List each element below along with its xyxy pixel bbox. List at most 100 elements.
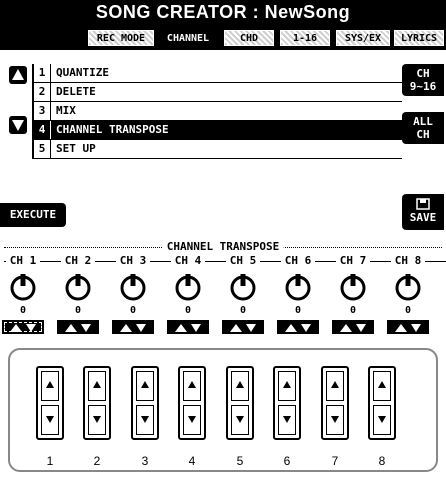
save-button[interactable]: SAVE	[402, 194, 444, 230]
channel-label-row: CH 1 CH 2 CH 3 CH 4 CH 5 CH 6 CH 7 CH 8	[0, 254, 446, 268]
up-arrow-icon[interactable]	[278, 371, 296, 401]
transpose-knob-icon[interactable]	[393, 272, 423, 302]
transpose-value: 0	[404, 305, 412, 316]
up-down-arrow-button[interactable]	[277, 320, 319, 334]
panel-button-number: 4	[188, 454, 196, 468]
up-down-arrow-button[interactable]	[222, 320, 264, 334]
up-arrow-icon[interactable]	[88, 371, 106, 401]
down-arrow-icon[interactable]	[231, 405, 249, 435]
menu-item-label: DELETE	[56, 85, 96, 98]
channel-label: CH 8	[391, 254, 425, 268]
channel-label: CH 5	[226, 254, 260, 268]
transpose-knob-icon[interactable]	[63, 272, 93, 302]
ch-range-button[interactable]: CH 9~16	[402, 64, 444, 96]
panel-button-number: 1	[46, 454, 54, 468]
tab-lyrics[interactable]: LYRICS	[394, 30, 444, 46]
menu-item-channel-transpose[interactable]: 4 CHANNEL TRANSPOSE	[34, 121, 402, 140]
transpose-value: 0	[349, 305, 357, 316]
save-button-label: SAVE	[409, 211, 437, 224]
channel-label: CH 2	[61, 254, 95, 268]
panel-up-down-button[interactable]	[368, 366, 396, 440]
panel-button-number: 8	[378, 454, 386, 468]
transpose-knob-icon[interactable]	[118, 272, 148, 302]
down-arrow-icon[interactable]	[183, 405, 201, 435]
channel-label: CH 3	[116, 254, 150, 268]
menu-item-number: 5	[34, 140, 51, 158]
menu-item-delete[interactable]: 2 DELETE	[34, 83, 402, 102]
transpose-value: 0	[74, 305, 82, 316]
up-down-arrow-button[interactable]	[387, 320, 429, 334]
up-down-arrow-button[interactable]	[332, 320, 374, 334]
tab-underline	[0, 48, 446, 50]
menu-item-label: MIX	[56, 104, 76, 117]
up-down-arrow-button[interactable]	[112, 320, 154, 334]
up-arrow-icon[interactable]	[136, 371, 154, 401]
transpose-knob-icon[interactable]	[283, 272, 313, 302]
panel-up-down-button[interactable]	[83, 366, 111, 440]
up-arrow-icon[interactable]	[41, 371, 59, 401]
tab-rec-mode[interactable]: REC MODE	[88, 30, 154, 46]
channel-label: CH 1	[6, 254, 40, 268]
up-down-arrow-button[interactable]	[57, 320, 99, 334]
section-title: CHANNEL TRANSPOSE	[162, 240, 284, 254]
menu-item-number: 2	[34, 83, 51, 101]
menu-item-number: 4	[34, 121, 51, 139]
menu-item-quantize[interactable]: 1 QUANTIZE	[34, 64, 402, 83]
lcd-screen: SONG CREATOR : NewSong REC MODE CHANNEL …	[0, 0, 446, 334]
panel-button-number: 3	[141, 454, 149, 468]
section-header: CHANNEL TRANSPOSE	[0, 240, 446, 254]
channel-label: CH 6	[281, 254, 315, 268]
up-down-arrow-button[interactable]	[167, 320, 209, 334]
panel-up-down-button[interactable]	[321, 366, 349, 440]
panel-button-number: 6	[283, 454, 291, 468]
transpose-value: 0	[184, 305, 192, 316]
channel-label: CH 7	[336, 254, 370, 268]
tab-bar: REC MODE CHANNEL CHD 1-16 SYS/EX LYRICS	[0, 26, 446, 48]
tab-chd[interactable]: CHD	[224, 30, 274, 46]
menu-item-label: CHANNEL TRANSPOSE	[56, 123, 169, 136]
panel-button-number: 7	[331, 454, 339, 468]
panel-up-down-button[interactable]	[273, 366, 301, 440]
up-arrow-icon[interactable]	[326, 371, 344, 401]
transpose-knob-icon[interactable]	[228, 272, 258, 302]
down-arrow-icon[interactable]	[88, 405, 106, 435]
down-arrow-icon[interactable]	[41, 405, 59, 435]
scroll-down-icon[interactable]	[9, 116, 27, 134]
transpose-knob-icon[interactable]	[8, 272, 38, 302]
menu-item-number: 3	[34, 102, 51, 120]
all-ch-button[interactable]: ALL CH	[402, 112, 444, 144]
panel-up-down-button[interactable]	[226, 366, 254, 440]
down-arrow-icon[interactable]	[136, 405, 154, 435]
panel-up-down-button[interactable]	[36, 366, 64, 440]
tab-channel[interactable]: CHANNEL	[158, 30, 218, 46]
panel-up-down-button[interactable]	[131, 366, 159, 440]
menu-item-set-up[interactable]: 5 SET UP	[34, 140, 402, 159]
channel-label: CH 4	[171, 254, 205, 268]
transpose-value: 0	[19, 305, 27, 316]
function-menu-list: 1 QUANTIZE 2 DELETE 3 MIX 4 CHANNEL TRAN…	[32, 64, 402, 159]
transpose-knob-icon[interactable]	[338, 272, 368, 302]
floppy-disk-icon	[416, 198, 430, 210]
panel-button-number: 2	[93, 454, 101, 468]
transpose-knob-icon[interactable]	[173, 272, 203, 302]
up-arrow-icon[interactable]	[231, 371, 249, 401]
transpose-value: 0	[129, 305, 137, 316]
menu-item-label: QUANTIZE	[56, 66, 109, 79]
panel-button-number: 5	[236, 454, 244, 468]
up-arrow-icon[interactable]	[183, 371, 201, 401]
up-down-arrow-button[interactable]	[2, 320, 44, 334]
execute-button[interactable]: EXECUTE	[0, 203, 66, 227]
scroll-up-icon[interactable]	[9, 66, 27, 84]
screen-title: SONG CREATOR : NewSong	[0, 0, 446, 26]
down-arrow-icon[interactable]	[326, 405, 344, 435]
up-arrow-icon[interactable]	[373, 371, 391, 401]
tab-sys-ex[interactable]: SYS/EX	[336, 30, 390, 46]
transpose-value: 0	[294, 305, 302, 316]
panel-up-down-button[interactable]	[178, 366, 206, 440]
menu-item-mix[interactable]: 3 MIX	[34, 102, 402, 121]
down-arrow-icon[interactable]	[278, 405, 296, 435]
tab-1-16[interactable]: 1-16	[280, 30, 330, 46]
menu-item-label: SET UP	[56, 142, 96, 155]
menu-item-number: 1	[34, 64, 51, 82]
down-arrow-icon[interactable]	[373, 405, 391, 435]
